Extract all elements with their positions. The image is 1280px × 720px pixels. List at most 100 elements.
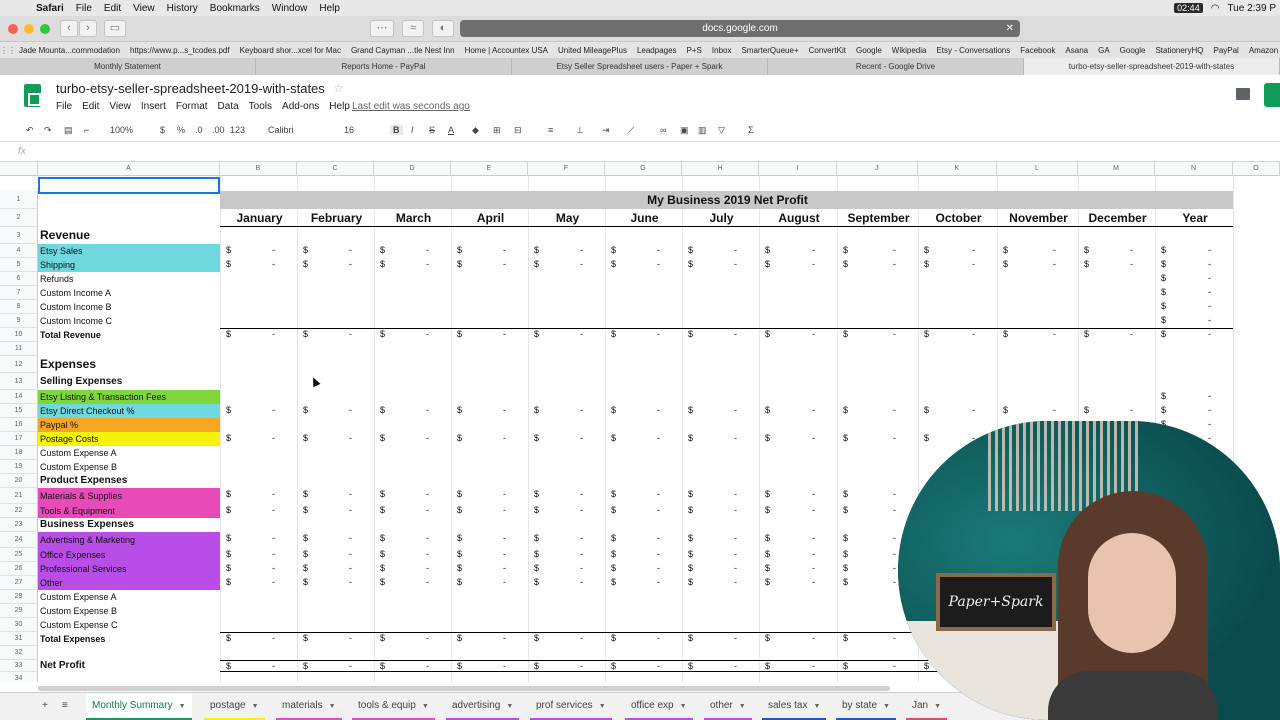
money-value[interactable]: - <box>580 633 583 643</box>
money-value[interactable]: - <box>812 245 815 255</box>
merge-cells-icon[interactable]: ⊟ <box>514 125 522 136</box>
bookmark-item[interactable]: GA <box>1093 46 1115 55</box>
row-header[interactable]: 7 <box>0 286 38 300</box>
column-header[interactable]: O <box>1233 162 1280 176</box>
money-value[interactable]: - <box>657 633 660 643</box>
horizontal-align-icon[interactable]: ≡ <box>548 125 553 135</box>
money-value[interactable]: - <box>657 245 660 255</box>
column-header[interactable]: F <box>528 162 605 176</box>
print-icon[interactable]: ▤ <box>64 125 73 136</box>
money-value[interactable]: - <box>1053 329 1056 339</box>
sheet-tab[interactable]: postage ▼ <box>204 693 265 720</box>
month-header[interactable]: July <box>682 209 759 227</box>
money-value[interactable]: - <box>893 577 896 587</box>
bookmark-item[interactable]: Jade Mounta...commodation <box>14 46 125 55</box>
share-button[interactable] <box>1264 83 1280 107</box>
paint-format-icon[interactable]: ⌐ <box>84 125 89 135</box>
money-value[interactable]: - <box>893 405 896 415</box>
money-value[interactable]: - <box>503 259 506 269</box>
money-value[interactable]: - <box>580 549 583 559</box>
money-value[interactable]: - <box>657 329 660 339</box>
bookmark-item[interactable]: Home | Accountex USA <box>460 46 553 55</box>
money-value[interactable]: - <box>893 563 896 573</box>
bookmark-item[interactable]: Facebook <box>1015 46 1060 55</box>
row-header[interactable]: 12 <box>0 356 38 373</box>
sheet-tab[interactable]: materials ▼ <box>276 693 342 720</box>
text-color-button[interactable]: A <box>448 125 454 135</box>
row-header[interactable]: 32 <box>0 646 38 660</box>
row-header[interactable]: 23 <box>0 518 38 532</box>
money-value[interactable]: - <box>657 563 660 573</box>
money-value[interactable]: - <box>972 245 975 255</box>
all-sheets-icon[interactable]: ≡ <box>56 693 74 720</box>
money-value[interactable]: - <box>426 661 429 671</box>
money-value[interactable]: - <box>349 505 352 515</box>
money-value[interactable]: - <box>893 433 896 443</box>
money-value[interactable]: - <box>272 489 275 499</box>
money-value[interactable]: - <box>349 433 352 443</box>
chevron-down-icon[interactable]: ▼ <box>680 703 687 710</box>
money-value[interactable]: - <box>272 405 275 415</box>
decrease-decimal-button[interactable]: .0 <box>195 125 203 135</box>
text-rotate-icon[interactable]: ⟋ <box>628 125 634 136</box>
money-value[interactable]: - <box>426 563 429 573</box>
select-all-corner[interactable] <box>0 162 38 176</box>
money-value[interactable]: - <box>657 259 660 269</box>
money-value[interactable]: - <box>426 533 429 543</box>
money-value[interactable]: - <box>426 259 429 269</box>
money-value[interactable]: - <box>972 329 975 339</box>
minimize-window-icon[interactable] <box>24 24 34 34</box>
wifi-icon[interactable]: ◠ <box>1211 3 1220 14</box>
row-header[interactable]: 1 <box>0 191 38 209</box>
row-label[interactable] <box>38 646 220 660</box>
sheet-tab[interactable]: office exp ▼ <box>625 693 693 720</box>
number-format-button[interactable]: 123 <box>230 125 245 135</box>
row-label[interactable]: Custom Income C <box>38 314 220 328</box>
row-label[interactable]: Refunds <box>38 272 220 286</box>
row-label[interactable]: Custom Income A <box>38 286 220 300</box>
column-header[interactable]: J <box>837 162 918 176</box>
money-value[interactable]: - <box>426 489 429 499</box>
month-header[interactable]: June <box>605 209 682 227</box>
row-label[interactable]: Custom Expense B <box>38 604 220 618</box>
column-header[interactable]: H <box>682 162 759 176</box>
column-header[interactable]: I <box>759 162 837 176</box>
sheet-tab[interactable]: Monthly Summary ▼ <box>86 693 192 720</box>
row-header[interactable]: 10 <box>0 328 38 342</box>
money-value[interactable]: - <box>1053 245 1056 255</box>
filter-icon[interactable]: ▽ <box>718 125 725 136</box>
money-value[interactable]: - <box>812 563 815 573</box>
money-value[interactable]: - <box>503 405 506 415</box>
money-value[interactable]: - <box>1208 287 1211 297</box>
url-bar[interactable]: docs.google.com ✕ <box>460 20 1020 37</box>
menu-clock[interactable]: Tue 2:39 P <box>1227 3 1276 14</box>
zoom-window-icon[interactable] <box>40 24 50 34</box>
row-label[interactable] <box>38 209 220 227</box>
row-label[interactable]: Product Expenses <box>38 474 220 488</box>
row-header[interactable]: 30 <box>0 618 38 632</box>
chevron-down-icon[interactable]: ▼ <box>599 703 606 710</box>
docs-menu-file[interactable]: File <box>56 101 72 112</box>
selected-cell[interactable] <box>38 177 220 194</box>
bookmark-item[interactable]: United MileagePlus <box>553 46 632 55</box>
month-header[interactable]: April <box>451 209 528 227</box>
money-value[interactable]: - <box>272 433 275 443</box>
row-header[interactable]: 25 <box>0 548 38 562</box>
money-value[interactable]: - <box>734 633 737 643</box>
row-header[interactable]: 2 <box>0 209 38 227</box>
money-value[interactable]: - <box>272 505 275 515</box>
row-label[interactable]: Net Profit <box>38 660 220 672</box>
zoom-select[interactable]: 100% <box>110 125 133 135</box>
money-value[interactable]: - <box>893 505 896 515</box>
horizontal-scrollbar[interactable] <box>38 686 890 691</box>
bookmark-item[interactable]: Google <box>851 46 887 55</box>
chevron-down-icon[interactable]: ▼ <box>883 703 890 710</box>
row-header[interactable]: 8 <box>0 300 38 314</box>
menu-bookmarks[interactable]: Bookmarks <box>204 3 266 14</box>
row-label[interactable]: Custom Expense B <box>38 460 220 474</box>
docs-menu-edit[interactable]: Edit <box>82 101 99 112</box>
extensions-icon[interactable]: ⋯ <box>370 20 394 37</box>
column-header[interactable]: N <box>1155 162 1233 176</box>
money-value[interactable]: - <box>893 329 896 339</box>
money-value[interactable]: - <box>349 405 352 415</box>
